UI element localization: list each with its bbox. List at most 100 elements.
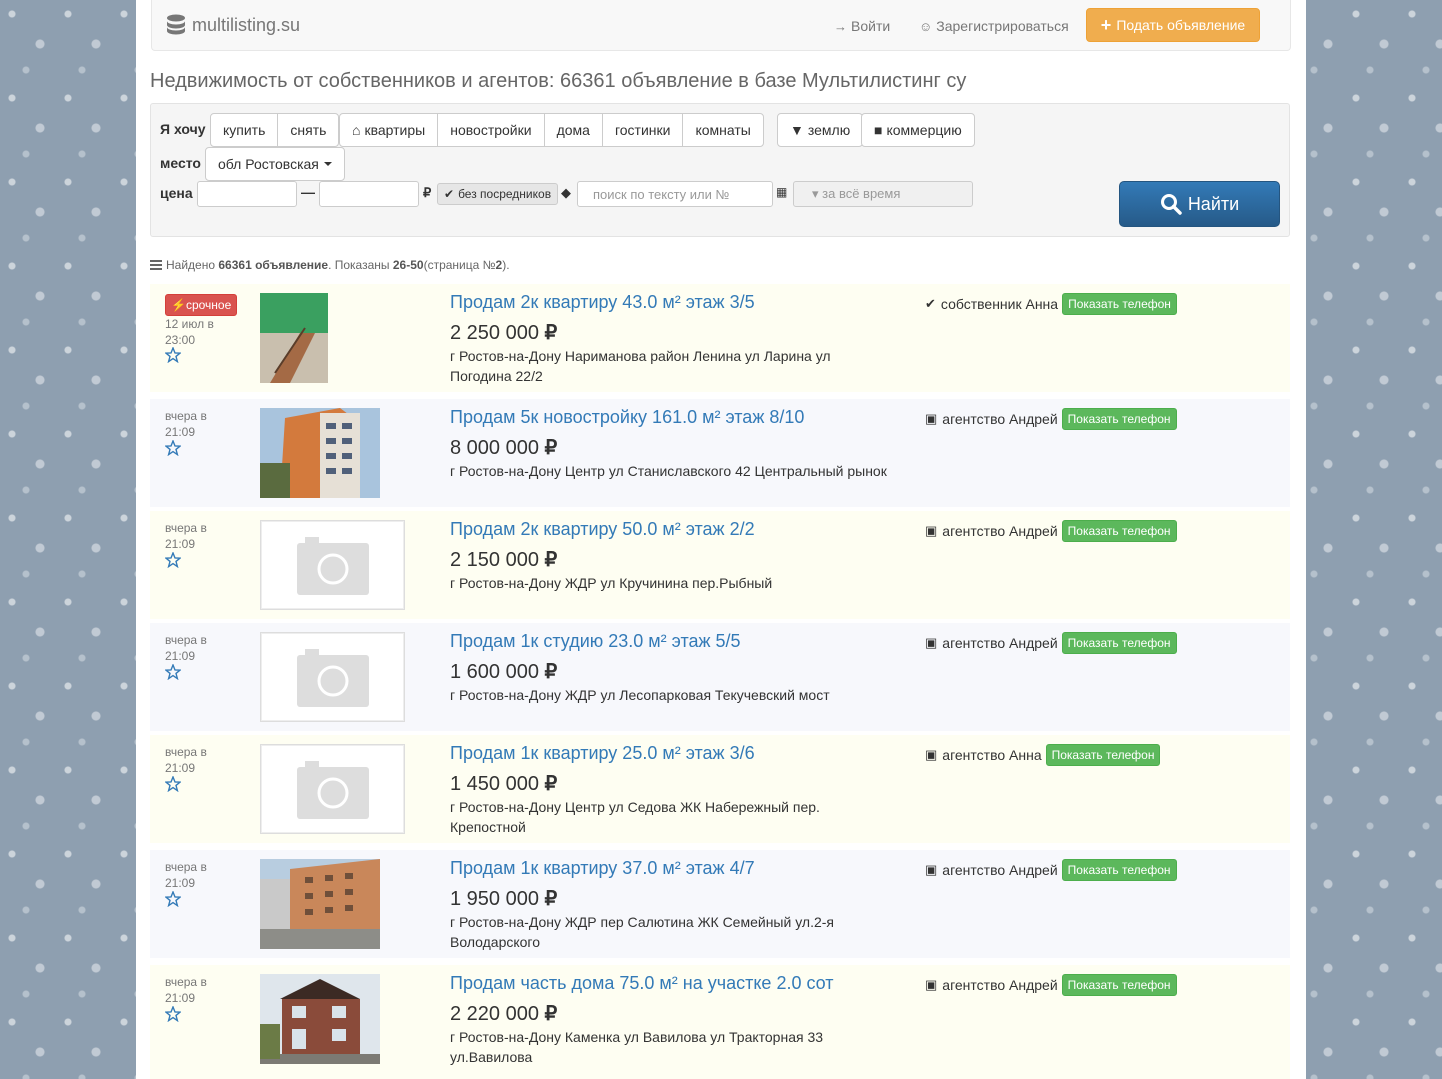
price-label: цена [160,185,193,201]
place-label: место [160,155,201,171]
commerce-button[interactable]: ■ коммерцию [861,113,975,147]
listing-date: вчера в 21:09 [165,975,207,1005]
check-icon: ✔ [925,296,936,311]
land-button[interactable]: ▼ землю [777,113,864,147]
seller-name: агентство Андрей [942,523,1058,539]
show-phone-button[interactable]: Показать телефон [1045,744,1161,766]
listing-date: вчера в 21:09 [165,521,207,551]
price-value: 1 600 000 [450,661,539,683]
map-marker-icon: ▼ [790,122,804,138]
find-button[interactable]: Найти [1119,181,1280,227]
page-title: Недвижимость от собственников и агентов:… [150,70,967,92]
listing-date: 12 июл в 23:00 [165,317,214,347]
favorite-star-icon[interactable] [165,776,181,792]
show-phone-button[interactable]: Показать телефон [1061,632,1177,654]
favorite-star-icon[interactable] [165,347,181,363]
show-phone-button[interactable]: Показать телефон [1061,859,1177,881]
seller-name: агентство Андрей [942,411,1058,427]
no-agents-toggle[interactable]: ✔ без посредников [437,183,559,205]
tag-icon: ◆ [561,185,571,200]
favorite-star-icon[interactable] [165,664,181,680]
listing-title[interactable]: Продам 1к студию 23.0 м² этаж 5/5 [450,631,741,652]
show-phone-button[interactable]: Показать телефон [1061,408,1177,430]
buy-button[interactable]: купить [210,113,279,147]
price-currency: ₽ [544,437,558,459]
calendar-icon: ▦ [776,185,788,199]
new-buildings-button[interactable]: новостройки [437,113,545,147]
listing-date: вчера в 21:09 [165,860,207,890]
listing-photo[interactable] [260,859,380,949]
listing-title[interactable]: Продам 2к квартиру 50.0 м² этаж 2/2 [450,519,755,540]
price-value: 2 250 000 [450,322,539,344]
listing-price: 1 600 000 ₽ [450,659,557,684]
listing-photo[interactable] [260,974,380,1064]
listing-photo[interactable] [260,408,380,498]
listing-title[interactable]: Продам 1к квартиру 25.0 м² этаж 3/6 [450,743,755,764]
no-photo-placeholder[interactable] [260,520,405,610]
period-select[interactable]: ▾ за всё время [793,181,973,207]
price-value: 1 950 000 [450,888,539,910]
listing-row: вчера в 21:09 Продам 1к квартиру 37.0 м²… [150,850,1290,958]
no-photo-placeholder[interactable] [260,744,405,834]
seller-name: агентство Андрей [942,977,1058,993]
cube-icon: ▣ [925,862,938,877]
commerce-label: коммерцию [886,122,962,138]
favorite-star-icon[interactable] [165,1006,181,1022]
price-value: 8 000 000 [450,437,539,459]
text-search-input[interactable] [577,181,773,207]
database-icon [167,14,185,35]
listing-title[interactable]: Продам 5к новостройку 161.0 м² этаж 8/10 [450,407,804,428]
price-currency: ₽ [544,888,558,910]
listing-price: 2 150 000 ₽ [450,547,557,572]
favorite-star-icon[interactable] [165,440,181,456]
page-suffix: ). [502,258,510,272]
login-label: Войти [851,18,891,34]
favorite-star-icon[interactable] [165,552,181,568]
price-value: 2 220 000 [450,1003,539,1025]
cube-icon: ▣ [925,523,938,538]
sign-in-icon: → [834,18,847,34]
listing-price: 2 250 000 ₽ [450,320,557,345]
seller-name: собственник Анна [940,296,1059,312]
period-value: ▾ за всё время [812,186,901,201]
rent-button[interactable]: снять [277,113,340,147]
listing-title[interactable]: Продам 1к квартиру 37.0 м² этаж 4/7 [450,858,755,879]
cube-icon: ▣ [925,635,938,650]
favorite-star-icon[interactable] [165,891,181,907]
listing-row: вчера в 21:09 Продам 1к квартиру 25.0 м²… [150,735,1290,843]
listing-price: 8 000 000 ₽ [450,435,557,460]
register-link[interactable]: ☺ Зарегистрироваться [919,18,1069,34]
show-phone-button[interactable]: Показать телефон [1062,293,1177,315]
price-currency: ₽ [544,549,558,571]
home-icon: ⌂ [352,122,361,138]
small-apartments-button[interactable]: гостинки [601,113,684,147]
listing-address: г Ростов-на-Дону Центр ул Станиславского… [450,463,887,479]
listing-date: вчера в 21:09 [165,409,207,439]
price-min-input[interactable] [197,181,297,207]
cube-icon: ▣ [925,747,938,762]
brand-logo[interactable]: multilisting.su [166,14,300,36]
houses-button[interactable]: дома [543,113,603,147]
listing-row: вчера в 21:09 Продам 1к студию 23.0 м² э… [150,623,1290,731]
listing-date: вчера в 21:09 [165,745,207,775]
seller-info: ▣ агентство Андрей Показать телефон [925,974,1177,996]
apartments-button[interactable]: ⌂ квартиры [339,113,439,147]
login-link[interactable]: → Войти [834,18,890,34]
user-plus-icon: ☺ [919,18,933,34]
page-prefix: (страница № [423,258,496,272]
property-type-group: ⌂ квартиры новостройки дома гостинки ком… [339,113,764,147]
listing-title[interactable]: Продам часть дома 75.0 м² на участке 2.0… [450,973,834,994]
price-max-input[interactable] [319,181,419,207]
show-phone-button[interactable]: Показать телефон [1061,520,1177,542]
post-ad-label: Подать объявление [1116,17,1246,33]
briefcase-icon: ■ [874,122,883,138]
listing-address: г Ростов-на-Дону ЖДР ул Кручинина пер.Ры… [450,575,773,591]
listing-title[interactable]: Продам 2к квартиру 43.0 м² этаж 3/5 [450,292,755,313]
place-dropdown[interactable]: обл Ростовская [205,147,345,181]
post-ad-button[interactable]: + Подать объявление [1086,8,1260,42]
rooms-button[interactable]: комнаты [682,113,764,147]
show-phone-button[interactable]: Показать телефон [1061,974,1177,996]
no-photo-placeholder[interactable] [260,632,405,722]
listing-photo[interactable] [260,293,328,383]
search-filter-panel: Я хочу купить снять ⌂ квартиры новострой… [150,103,1290,237]
